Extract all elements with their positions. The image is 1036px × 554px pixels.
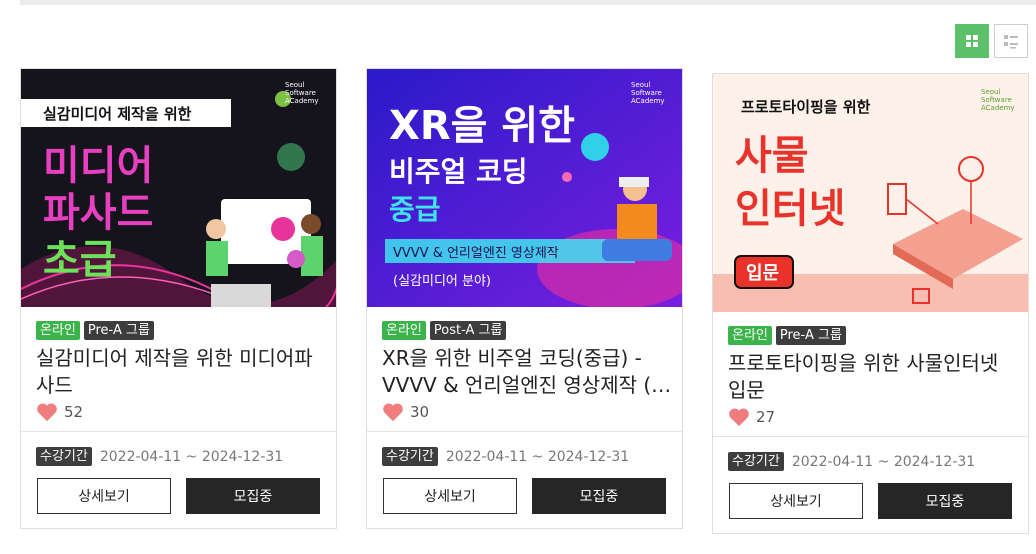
group-badge: Pre-A 그룹 (83, 321, 154, 340)
course-period: 수강기간 2022-04-11 ~ 2024-12-31 (36, 447, 283, 466)
online-badge: 온라인 (728, 326, 772, 345)
period-dates: 2022-04-11 ~ 2024-12-31 (445, 448, 630, 465)
heart-icon (383, 403, 403, 422)
thumb-logo-text: ACademy (631, 97, 665, 105)
list-view-button[interactable] (994, 24, 1028, 58)
period-label: 수강기간 (382, 447, 438, 466)
thumb-logo-text: ACademy (981, 104, 1015, 112)
course-title[interactable]: XR을 위한 비주얼 코딩(중급) - VVVV & 언리얼엔진 영상제작 (… (382, 345, 672, 399)
thumb-big-line: 인터넷 (735, 186, 845, 232)
thumb-banner: VVVV & 언리얼엔진 영상제작 (393, 246, 559, 261)
course-card[interactable]: XR을 위한 비주얼 코딩 중급 VVVV & 언리얼엔진 영상제작 (실감미디… (366, 68, 683, 529)
grid-view-button[interactable] (955, 24, 989, 58)
group-badge: Pre-A 그룹 (775, 326, 846, 345)
recruiting-button[interactable]: 모집중 (878, 483, 1012, 519)
recruiting-button[interactable]: 모집중 (186, 478, 320, 514)
course-card[interactable]: 프로토타이핑을 위한 사물 인터넷 입문 Seoul Software ACad… (712, 73, 1029, 534)
thumb-headline: XR을 위한 (389, 103, 575, 149)
course-title[interactable]: 실감미디어 제작을 위한 미디어파사드 (36, 345, 326, 399)
like-number: 27 (756, 408, 776, 426)
group-badge: Post-A 그룹 (429, 321, 507, 340)
like-count[interactable]: 52 (36, 402, 83, 422)
thumb-big-line: 미디어 (43, 143, 153, 189)
like-count[interactable]: 30 (382, 402, 429, 422)
course-period: 수강기간 2022-04-11 ~ 2024-12-31 (382, 447, 629, 466)
thumb-big-line: 파사드 (43, 190, 153, 236)
period-dates: 2022-04-11 ~ 2024-12-31 (791, 453, 976, 470)
thumb-sub: (실감미디어 분야) (393, 274, 491, 289)
thumbnail-image-xr-visual-coding: XR을 위한 비주얼 코딩 중급 VVVV & 언리얼엔진 영상제작 (실감미디… (367, 69, 682, 307)
card-divider (367, 431, 682, 432)
recruiting-button[interactable]: 모집중 (532, 478, 666, 514)
detail-button[interactable]: 상세보기 (37, 478, 171, 514)
period-label: 수강기간 (728, 452, 784, 471)
online-badge: 온라인 (382, 321, 426, 340)
list-view-icon (1004, 35, 1018, 49)
thumb-level: 입문 (746, 262, 779, 284)
thumb-logo-text: Seoul (631, 81, 650, 89)
badge-group: 온라인 Pre-A 그룹 (728, 326, 846, 345)
like-number: 30 (410, 403, 430, 421)
thumb-logo-text: Software (981, 96, 1012, 104)
thumb-logo-text: Seoul (981, 88, 1000, 96)
card-divider (21, 431, 336, 432)
thumb-headline: 비주얼 코딩 (389, 155, 528, 188)
thumb-big-line: 사물 (735, 133, 809, 179)
top-divider (20, 0, 1036, 5)
course-thumbnail[interactable]: 실감미디어 제작을 위한 미디어 파사드 초급 Seoul Software A… (21, 69, 336, 307)
badge-group: 온라인 Pre-A 그룹 (36, 321, 154, 340)
detail-button[interactable]: 상세보기 (729, 483, 863, 519)
online-badge: 온라인 (36, 321, 80, 340)
card-divider (713, 436, 1028, 437)
thumb-logo-text: Seoul (285, 81, 304, 89)
thumbnail-image-iot: 프로토타이핑을 위한 사물 인터넷 입문 Seoul Software ACad… (713, 74, 1028, 312)
course-period: 수강기간 2022-04-11 ~ 2024-12-31 (728, 452, 975, 471)
thumb-big-line: 초급 (43, 237, 117, 283)
like-count[interactable]: 27 (728, 407, 775, 427)
period-label: 수강기간 (36, 447, 92, 466)
grid-view-icon (966, 35, 978, 47)
thumb-tagline: 프로토타이핑을 위한 (741, 98, 871, 116)
heart-icon (729, 408, 749, 427)
period-dates: 2022-04-11 ~ 2024-12-31 (99, 448, 284, 465)
badge-group: 온라인 Post-A 그룹 (382, 321, 507, 340)
thumbnail-image-media-facade: 실감미디어 제작을 위한 미디어 파사드 초급 Seoul Software A… (21, 69, 336, 307)
thumb-tagline: 실감미디어 제작을 위한 (43, 105, 192, 123)
detail-button[interactable]: 상세보기 (383, 478, 517, 514)
thumb-logo-text: Software (631, 89, 662, 97)
thumb-logo-text: ACademy (285, 97, 319, 105)
course-card[interactable]: 실감미디어 제작을 위한 미디어 파사드 초급 Seoul Software A… (20, 68, 337, 529)
course-thumbnail[interactable]: XR을 위한 비주얼 코딩 중급 VVVV & 언리얼엔진 영상제작 (실감미디… (367, 69, 682, 307)
course-thumbnail[interactable]: 프로토타이핑을 위한 사물 인터넷 입문 Seoul Software ACad… (713, 74, 1028, 312)
like-number: 52 (64, 403, 84, 421)
heart-icon (37, 403, 57, 422)
thumb-headline: 중급 (389, 193, 441, 226)
thumb-logo-text: Software (285, 89, 316, 97)
course-title[interactable]: 프로토타이핑을 위한 사물인터넷 입문 (728, 350, 1018, 404)
